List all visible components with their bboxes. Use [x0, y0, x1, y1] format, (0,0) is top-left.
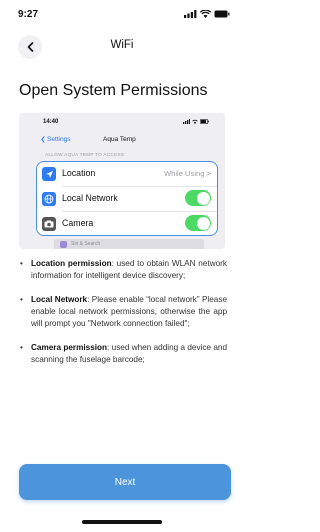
example-row-value: While Using > — [163, 169, 211, 178]
location-arrow-icon — [42, 167, 56, 181]
example-camera-toggle — [185, 215, 211, 231]
siri-icon — [60, 241, 67, 248]
status-time: 9:27 — [18, 9, 39, 20]
example-row-local-network: Local Network — [37, 187, 217, 211]
example-back-label: Settings — [47, 136, 71, 143]
example-row-label: Location — [62, 168, 96, 178]
signal-icon — [184, 10, 197, 18]
example-signal-icon — [183, 119, 190, 124]
next-button[interactable]: Next — [19, 464, 231, 500]
example-local-network-toggle — [185, 190, 211, 206]
wifi-icon — [200, 10, 211, 18]
status-bar: 9:27 — [0, 0, 244, 28]
example-caption: ALLOW AQUA TEMP TO ACCESS — [45, 153, 125, 158]
example-row-label: Local Network — [62, 193, 118, 203]
permission-descriptions: Location permission: used to obtain WLAN… — [19, 258, 227, 378]
nav-title: WiFi — [110, 39, 134, 51]
example-status-time: 14:40 — [43, 119, 59, 125]
example-row-label: Camera — [62, 218, 94, 228]
permission-item-camera: Camera permission: used when adding a de… — [19, 342, 227, 366]
example-peek-label: Siri & Search — [71, 241, 101, 247]
permission-title: Location permission — [31, 259, 112, 268]
permission-item-location: Location permission: used to obtain WLAN… — [19, 258, 227, 282]
permission-title: Camera permission — [31, 343, 108, 352]
example-status-icons — [183, 119, 209, 124]
example-back-link: Settings — [41, 136, 71, 143]
page-title: Open System Permissions — [19, 82, 208, 99]
example-peek-row: Siri & Search — [54, 239, 204, 249]
home-indicator — [82, 520, 162, 524]
globe-icon — [42, 192, 56, 206]
battery-icon — [214, 10, 230, 18]
status-icons — [184, 10, 230, 18]
example-wifi-icon — [192, 119, 198, 124]
permissions-example-screenshot: 14:40 Settings Aqua Temp ALLOW AQUA TEMP… — [19, 113, 225, 249]
example-row-camera: Camera — [37, 212, 217, 236]
example-title: Aqua Temp — [103, 136, 136, 143]
permission-title: Local Network — [31, 295, 88, 304]
camera-icon — [42, 217, 56, 231]
nav-bar: WiFi — [0, 34, 244, 60]
example-row-location: Location While Using > — [37, 162, 217, 186]
example-battery-icon — [200, 119, 209, 124]
permission-item-local-network: Local Network: Please enable “local netw… — [19, 294, 227, 330]
example-chevron-left-icon — [41, 136, 45, 143]
example-permission-card: Location While Using > Local Network Cam… — [36, 161, 218, 236]
